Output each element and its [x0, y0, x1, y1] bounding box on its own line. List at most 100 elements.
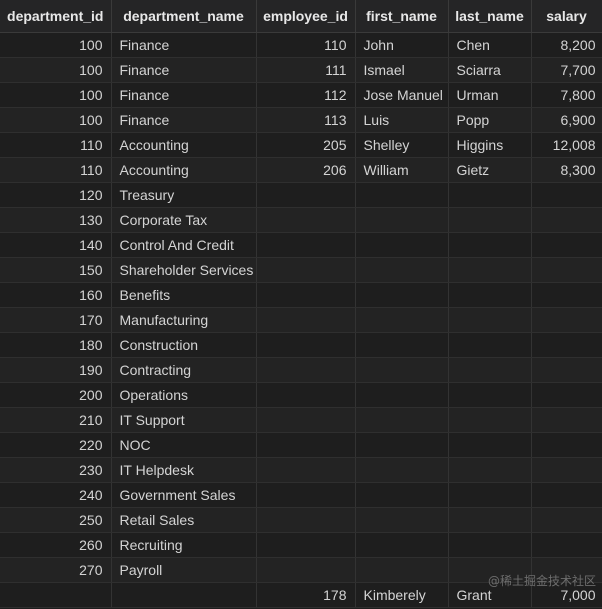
- table-row[interactable]: 100 Finance 113 Luis Popp 6,900: [0, 107, 602, 133]
- table-row[interactable]: 110 Accounting 206 William Gietz 8,300: [0, 157, 602, 183]
- department-id-cell[interactable]: 140: [0, 232, 112, 258]
- salary-cell[interactable]: [531, 182, 602, 208]
- salary-cell[interactable]: [531, 257, 602, 283]
- last-name-cell[interactable]: Chen: [448, 32, 532, 58]
- department-name-cell[interactable]: [111, 582, 257, 608]
- employee-id-cell[interactable]: [256, 532, 356, 558]
- department-name-cell[interactable]: Accounting: [111, 157, 257, 183]
- salary-cell[interactable]: [531, 207, 602, 233]
- table-row[interactable]: 100 Finance 112 Jose Manuel Urman 7,800: [0, 82, 602, 108]
- salary-cell[interactable]: 7,000: [531, 582, 602, 608]
- employee-id-cell[interactable]: [256, 232, 356, 258]
- department-name-cell[interactable]: Corporate Tax: [111, 207, 257, 233]
- department-name-cell[interactable]: Retail Sales: [111, 507, 257, 533]
- last-name-cell[interactable]: [448, 232, 532, 258]
- last-name-cell[interactable]: Higgins: [448, 132, 532, 158]
- salary-cell[interactable]: [531, 357, 602, 383]
- department-name-cell[interactable]: Recruiting: [111, 532, 257, 558]
- table-row[interactable]: 110 Accounting 205 Shelley Higgins 12,008: [0, 132, 602, 158]
- last-name-cell[interactable]: Popp: [448, 107, 532, 133]
- table-row[interactable]: 120 Treasury: [0, 182, 602, 208]
- first-name-cell[interactable]: [355, 232, 449, 258]
- first-name-cell[interactable]: [355, 482, 449, 508]
- table-row[interactable]: 160 Benefits: [0, 282, 602, 308]
- salary-cell[interactable]: 12,008: [531, 132, 602, 158]
- department-name-cell[interactable]: IT Helpdesk: [111, 457, 257, 483]
- salary-cell[interactable]: [531, 532, 602, 558]
- employee-id-cell[interactable]: [256, 282, 356, 308]
- salary-cell[interactable]: [531, 432, 602, 458]
- employee-id-cell[interactable]: [256, 507, 356, 533]
- first-name-cell[interactable]: [355, 457, 449, 483]
- employee-id-cell[interactable]: [256, 382, 356, 408]
- department-name-cell[interactable]: Treasury: [111, 182, 257, 208]
- employee-id-cell[interactable]: 205: [256, 132, 356, 158]
- salary-cell[interactable]: [531, 507, 602, 533]
- first-name-cell[interactable]: Shelley: [355, 132, 449, 158]
- salary-cell[interactable]: 6,900: [531, 107, 602, 133]
- employee-id-cell[interactable]: 113: [256, 107, 356, 133]
- employee-id-cell[interactable]: 110: [256, 32, 356, 58]
- salary-cell[interactable]: 8,300: [531, 157, 602, 183]
- first-name-cell[interactable]: [355, 257, 449, 283]
- table-row[interactable]: 250 Retail Sales: [0, 507, 602, 533]
- last-name-cell[interactable]: [448, 482, 532, 508]
- first-name-cell[interactable]: Ismael: [355, 57, 449, 83]
- last-name-cell[interactable]: [448, 182, 532, 208]
- department-name-cell[interactable]: Operations: [111, 382, 257, 408]
- last-name-cell[interactable]: [448, 257, 532, 283]
- employee-id-cell[interactable]: [256, 207, 356, 233]
- department-name-cell[interactable]: Government Sales: [111, 482, 257, 508]
- last-name-cell[interactable]: Gietz: [448, 157, 532, 183]
- first-name-cell[interactable]: [355, 382, 449, 408]
- column-header-department-name[interactable]: department_name: [111, 0, 257, 33]
- department-id-cell[interactable]: 170: [0, 307, 112, 333]
- salary-cell[interactable]: [531, 282, 602, 308]
- last-name-cell[interactable]: [448, 207, 532, 233]
- department-name-cell[interactable]: Manufacturing: [111, 307, 257, 333]
- department-id-cell[interactable]: 110: [0, 157, 112, 183]
- last-name-cell[interactable]: [448, 332, 532, 358]
- table-row[interactable]: 270 Payroll: [0, 557, 602, 583]
- last-name-cell[interactable]: [448, 382, 532, 408]
- table-row[interactable]: 210 IT Support: [0, 407, 602, 433]
- salary-cell[interactable]: [531, 382, 602, 408]
- first-name-cell[interactable]: [355, 207, 449, 233]
- last-name-cell[interactable]: [448, 407, 532, 433]
- first-name-cell[interactable]: [355, 307, 449, 333]
- employee-id-cell[interactable]: [256, 482, 356, 508]
- table-row[interactable]: 220 NOC: [0, 432, 602, 458]
- employee-id-cell[interactable]: [256, 332, 356, 358]
- department-name-cell[interactable]: Finance: [111, 107, 257, 133]
- employee-id-cell[interactable]: 112: [256, 82, 356, 108]
- department-id-cell[interactable]: 200: [0, 382, 112, 408]
- employee-id-cell[interactable]: [256, 357, 356, 383]
- column-header-department-id[interactable]: department_id: [0, 0, 112, 33]
- employee-id-cell[interactable]: [256, 307, 356, 333]
- table-row[interactable]: 200 Operations: [0, 382, 602, 408]
- department-id-cell[interactable]: 110: [0, 132, 112, 158]
- table-row[interactable]: 230 IT Helpdesk: [0, 457, 602, 483]
- last-name-cell[interactable]: Urman: [448, 82, 532, 108]
- last-name-cell[interactable]: [448, 507, 532, 533]
- department-name-cell[interactable]: Contracting: [111, 357, 257, 383]
- first-name-cell[interactable]: John: [355, 32, 449, 58]
- department-id-cell[interactable]: 100: [0, 82, 112, 108]
- first-name-cell[interactable]: [355, 332, 449, 358]
- department-id-cell[interactable]: 190: [0, 357, 112, 383]
- column-header-first-name[interactable]: first_name: [355, 0, 449, 33]
- table-row[interactable]: 180 Construction: [0, 332, 602, 358]
- department-id-cell[interactable]: 130: [0, 207, 112, 233]
- last-name-cell[interactable]: [448, 532, 532, 558]
- table-row[interactable]: 100 Finance 111 Ismael Sciarra 7,700: [0, 57, 602, 83]
- department-id-cell[interactable]: [0, 582, 112, 608]
- last-name-cell[interactable]: [448, 307, 532, 333]
- first-name-cell[interactable]: [355, 432, 449, 458]
- table-row[interactable]: 130 Corporate Tax: [0, 207, 602, 233]
- department-name-cell[interactable]: Accounting: [111, 132, 257, 158]
- first-name-cell[interactable]: [355, 282, 449, 308]
- salary-cell[interactable]: 7,800: [531, 82, 602, 108]
- table-row[interactable]: 178 Kimberely Grant 7,000: [0, 582, 602, 608]
- column-header-salary[interactable]: salary: [531, 0, 602, 33]
- department-name-cell[interactable]: Payroll: [111, 557, 257, 583]
